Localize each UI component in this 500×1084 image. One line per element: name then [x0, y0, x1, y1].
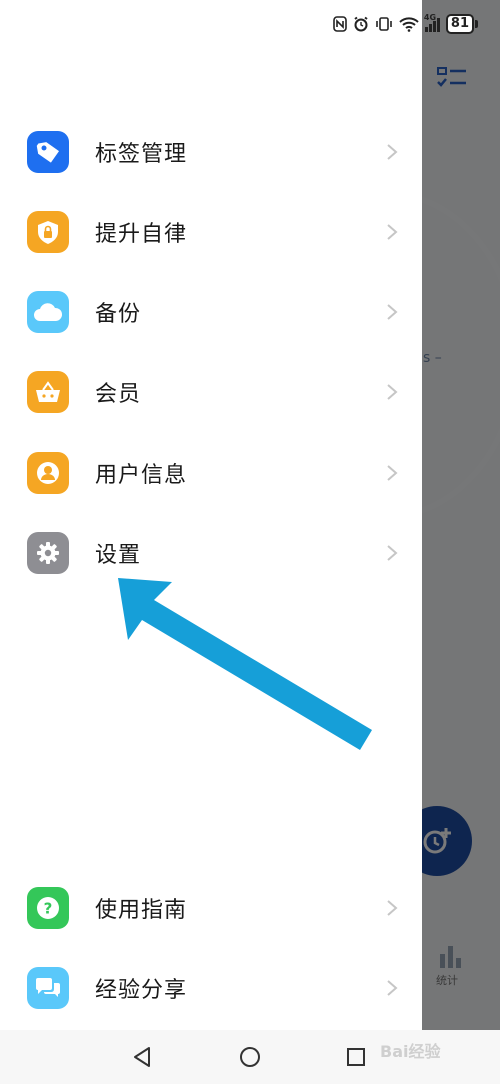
chevron-right-icon	[387, 224, 398, 240]
menu-item-tag-management[interactable]: 标签管理	[0, 112, 422, 192]
chevron-right-icon	[387, 900, 398, 916]
menu-item-settings[interactable]: 设置	[0, 513, 422, 593]
menu-item-label: 使用指南	[95, 898, 188, 923]
status-icons: 4G 81	[333, 13, 478, 35]
signal-4g-icon: 4G	[423, 13, 440, 32]
chevron-right-icon	[387, 144, 398, 160]
battery-indicator: 81	[445, 14, 478, 34]
navigation-drawer: 标签管理 提升自律 备份 会员 用户信息 设置 ? 使用指南 经验分享	[0, 0, 422, 1030]
menu-item-user-guide[interactable]: ? 使用指南	[0, 868, 422, 948]
chevron-right-icon	[387, 304, 398, 320]
nfc-icon	[333, 16, 347, 32]
menu-item-user-info[interactable]: 用户信息	[0, 433, 422, 513]
vibrate-icon	[376, 17, 392, 31]
menu-item-label: 标签管理	[95, 142, 188, 167]
chevron-right-icon	[387, 465, 398, 481]
network-label: 4G	[423, 13, 437, 22]
menu-item-label: 会员	[95, 382, 142, 407]
basket-icon	[27, 371, 69, 413]
chevron-right-icon	[387, 545, 398, 561]
menu-item-self-discipline[interactable]: 提升自律	[0, 192, 422, 272]
user-icon	[27, 452, 69, 494]
scrim-overlay[interactable]	[422, 0, 500, 1084]
menu-item-membership[interactable]: 会员	[0, 352, 422, 432]
menu-item-backup[interactable]: 备份	[0, 272, 422, 352]
menu-item-label: 设置	[95, 543, 142, 568]
back-icon[interactable]	[132, 1046, 154, 1068]
battery-tip	[475, 20, 478, 28]
menu-item-experience-share[interactable]: 经验分享	[0, 948, 422, 1028]
alarm-icon	[354, 16, 368, 32]
chat-bubbles-icon	[27, 967, 69, 1009]
watermark: Bai经验	[380, 1042, 441, 1061]
home-icon[interactable]	[239, 1046, 261, 1068]
svg-text:?: ?	[44, 900, 53, 918]
question-icon: ?	[27, 887, 69, 929]
battery-level: 81	[445, 14, 474, 34]
tag-icon	[27, 131, 69, 173]
menu-item-label: 用户信息	[95, 463, 188, 488]
status-bar: 4G 81	[0, 0, 500, 48]
menu-item-label: 备份	[95, 302, 142, 327]
menu-item-label: 提升自律	[95, 222, 188, 247]
gear-icon	[27, 532, 69, 574]
lock-shield-icon	[27, 211, 69, 253]
chevron-right-icon	[387, 980, 398, 996]
wifi-icon	[399, 17, 419, 32]
cloud-icon	[27, 291, 69, 333]
menu-item-label: 经验分享	[95, 978, 188, 1003]
recents-icon[interactable]	[345, 1046, 367, 1068]
chevron-right-icon	[387, 384, 398, 400]
